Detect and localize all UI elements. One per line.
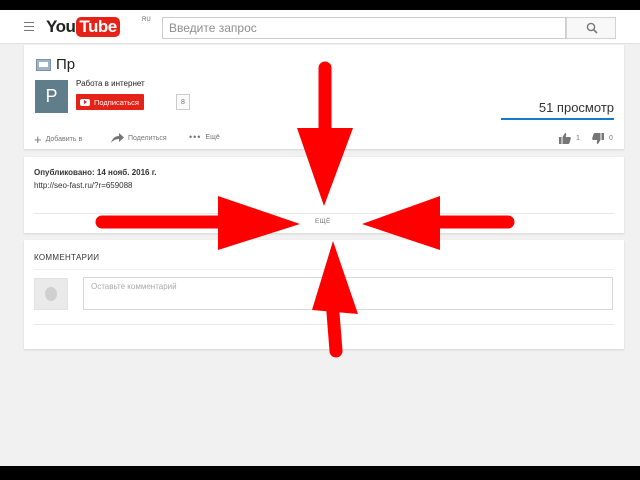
masthead: You Tube RU [0,10,640,44]
video-title-row: Пр [36,56,75,73]
plus-icon: + [34,132,42,147]
share-button[interactable]: Поделиться [111,133,167,143]
dislike-button[interactable]: 0 [592,133,613,144]
video-thumbnail-icon [36,58,51,71]
share-label: Поделиться [128,134,167,142]
user-avatar [34,278,68,310]
comment-input[interactable] [83,277,613,310]
search-button[interactable] [566,17,616,39]
like-button[interactable]: 1 [559,133,580,144]
thumbs-up-icon [559,133,571,144]
logo-region: RU [142,17,151,23]
youtube-play-icon [80,98,90,106]
logo-you-text: You [46,17,76,36]
channel-avatar[interactable]: P [35,80,68,113]
thumbs-down-icon [592,133,604,144]
more-label: Ещё [205,134,220,141]
subscriber-count: 8 [176,94,190,110]
page: You Tube RU Пр P Работа в интернет Подпи… [0,10,640,466]
dislike-count: 0 [609,135,613,142]
video-info-card: Пр P Работа в интернет Подписаться 8 51 … [24,45,624,149]
menu-icon[interactable] [24,22,34,31]
description-card: Опубликовано: 14 нояб. 2016 г. http://se… [24,157,624,233]
divider [34,324,614,325]
add-to-button[interactable]: + Добавить в [34,133,82,146]
divider [34,213,614,214]
subscribe-button[interactable]: Подписаться [76,94,144,110]
logo-tube-text: Tube [76,17,120,37]
divider [34,269,614,270]
video-title: Пр [56,56,76,73]
more-dots-icon: ••• [189,132,202,142]
search-input[interactable] [162,17,566,39]
search-icon [586,22,598,34]
comments-card: КОММЕНТАРИИ [24,240,624,349]
subscribe-label: Подписаться [94,97,139,107]
add-to-label: Добавить в [45,136,83,143]
view-count: 51 просмотр [538,100,614,115]
description-link[interactable]: http://seo-fast.ru/?r=659088 [34,181,133,190]
show-more-button[interactable]: ЕЩЁ [315,218,331,225]
sentiment-bar [501,118,614,120]
publish-date: Опубликовано: 14 нояб. 2016 г. [34,168,157,177]
share-arrow-icon [111,133,124,143]
comments-header: КОММЕНТАРИИ [34,253,100,262]
channel-name-link[interactable]: Работа в интернет [76,79,145,88]
action-row: + Добавить в Поделиться ••• Ещё 1 0 [34,133,616,147]
like-count: 1 [576,135,580,142]
youtube-logo[interactable]: You Tube RU [46,16,151,38]
more-actions-button[interactable]: ••• Ещё [189,133,220,142]
